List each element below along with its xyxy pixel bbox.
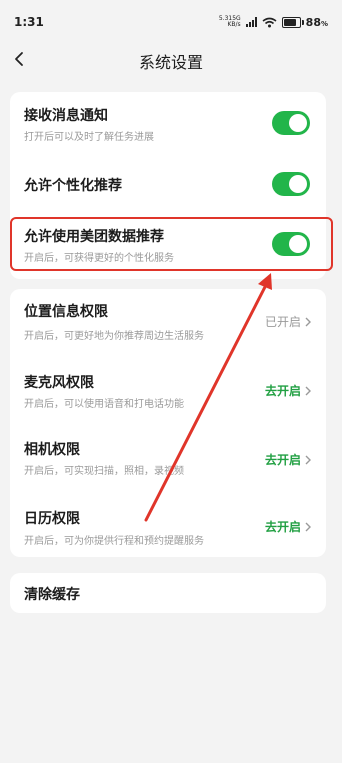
- microphone-permission-status[interactable]: 去开启: [265, 382, 312, 399]
- row-camera-permission[interactable]: 相机权限 开启后，可实现扫描，照相，录视频 去开启: [10, 423, 326, 490]
- signal-icon: [245, 17, 257, 27]
- meituan-data-recommendation-toggle[interactable]: [272, 232, 310, 256]
- row-message-notification: 接收消息通知 打开后可以及时了解任务进展: [10, 92, 326, 154]
- battery-percent: 88%: [305, 15, 328, 29]
- row-calendar-permission[interactable]: 日历权限 开启后，可为你提供行程和预约提醒服务 去开启: [10, 490, 326, 557]
- permissions-card: 位置信息权限 开启后，可更好地为你推荐周边生活服务 已开启 麦克风权限 开启后，…: [10, 289, 326, 557]
- row-microphone-permission[interactable]: 麦克风权限 开启后，可以使用语音和打电话功能 去开启: [10, 356, 326, 423]
- row-subtitle: 开启后，可为你提供行程和预约提醒服务: [24, 536, 204, 547]
- network-speed: 5.315G KB/s: [219, 16, 241, 28]
- page-title: 系统设置: [138, 53, 203, 72]
- row-personalized-recommendation: 允许个性化推荐: [10, 154, 326, 212]
- chevron-right-icon: [305, 317, 311, 326]
- row-location-permission[interactable]: 位置信息权限 开启后，可更好地为你推荐周边生活服务 已开启: [10, 289, 326, 356]
- message-notification-toggle[interactable]: [272, 111, 310, 135]
- row-subtitle: 开启后，可以使用语音和打电话功能: [24, 399, 184, 410]
- battery-icon: [281, 16, 304, 28]
- row-subtitle: 打开后可以及时了解任务进展: [24, 132, 154, 143]
- status-label: 去开启: [264, 453, 301, 467]
- chevron-right-icon: [305, 455, 311, 464]
- clear-cache-card[interactable]: 清除缓存: [10, 573, 326, 613]
- row-subtitle: 开启后，可实现扫描，照相，录视频: [24, 466, 184, 477]
- row-title: 相机权限: [24, 442, 80, 458]
- row-title: 位置信息权限: [24, 304, 108, 320]
- row-meituan-data-recommendation: 允许使用美团数据推荐 开启后，可获得更好的个性化服务: [10, 212, 326, 279]
- clear-cache-label: 清除缓存: [24, 587, 80, 603]
- camera-permission-status[interactable]: 去开启: [265, 451, 312, 468]
- status-label: 已开启: [264, 315, 301, 329]
- row-title: 允许个性化推荐: [24, 178, 122, 194]
- row-title: 日历权限: [24, 511, 80, 527]
- status-icons: 5.315G KB/s 88%: [219, 12, 328, 32]
- location-permission-status[interactable]: 已开启: [265, 313, 312, 330]
- status-label: 去开启: [264, 520, 301, 534]
- personalized-recommendation-toggle[interactable]: [272, 172, 310, 196]
- status-bar: 1:31 5.315G KB/s 88%: [0, 0, 342, 44]
- wifi-icon: [262, 17, 277, 27]
- row-title: 接收消息通知: [24, 108, 108, 124]
- chevron-right-icon: [305, 386, 311, 395]
- nav-bar: 系统设置: [0, 44, 342, 74]
- row-subtitle: 开启后，可获得更好的个性化服务: [24, 253, 174, 264]
- status-label: 去开启: [264, 384, 301, 398]
- status-time: 1:31: [14, 15, 44, 29]
- notifications-card: 接收消息通知 打开后可以及时了解任务进展 允许个性化推荐 允许使用美团数据推荐 …: [10, 92, 326, 279]
- network-speed-unit: KB/s: [227, 21, 241, 28]
- row-subtitle: 开启后，可更好地为你推荐周边生活服务: [24, 331, 204, 342]
- row-title: 允许使用美团数据推荐: [24, 229, 164, 245]
- row-title: 麦克风权限: [24, 375, 94, 391]
- calendar-permission-status[interactable]: 去开启: [265, 518, 312, 535]
- chevron-right-icon: [305, 522, 311, 531]
